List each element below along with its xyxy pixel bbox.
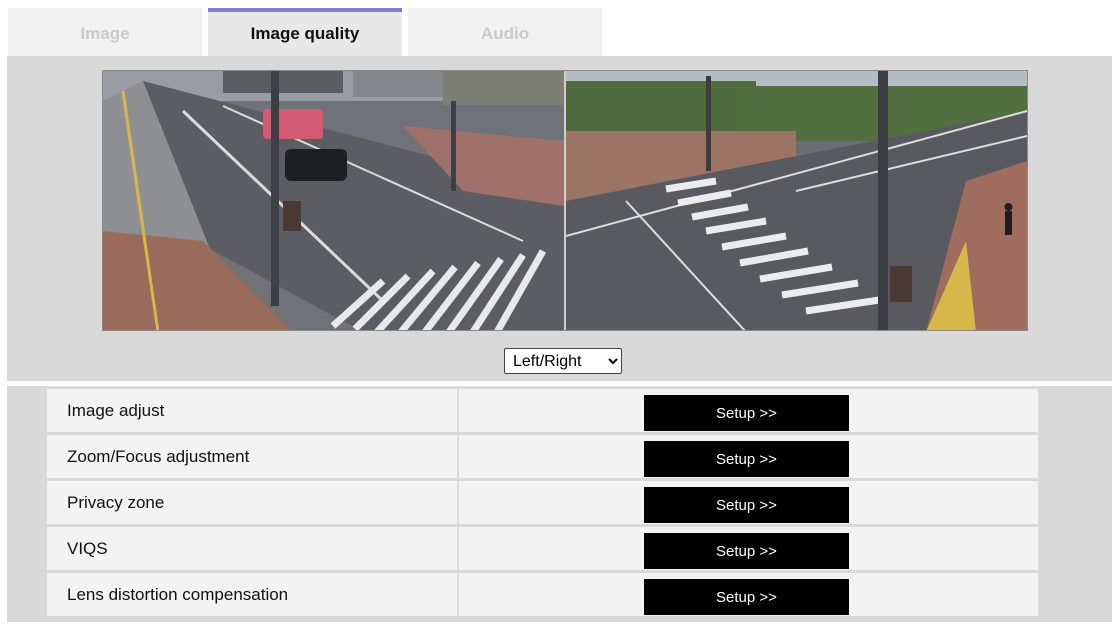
preview-panel: Left/Right xyxy=(7,56,1112,381)
tab-image-quality[interactable]: Image quality xyxy=(208,8,402,56)
lens-distortion-setup-button[interactable]: Setup >> xyxy=(644,579,849,615)
zoom-focus-setup-button[interactable]: Setup >> xyxy=(644,441,849,477)
lens-distortion-label: Lens distortion compensation xyxy=(67,585,289,604)
tab-audio-label: Audio xyxy=(480,24,530,43)
zoom-focus-label: Zoom/Focus adjustment xyxy=(67,447,250,466)
image-adjust-setup-button[interactable]: Setup >> xyxy=(644,395,849,431)
settings-list: Image adjust Setup >> Zoom/Focus adjustm… xyxy=(7,386,1112,622)
privacy-zone-setup-button[interactable]: Setup >> xyxy=(644,487,849,523)
view-mode-select-wrapper: Left/Right xyxy=(504,348,622,374)
tab-image[interactable]: Image xyxy=(8,8,202,56)
tab-audio[interactable]: Audio xyxy=(408,8,602,56)
row-divider xyxy=(457,435,459,478)
settings-row-privacy-zone: Privacy zone Setup >> xyxy=(47,481,1038,524)
privacy-zone-label: Privacy zone xyxy=(67,493,165,512)
row-divider xyxy=(457,389,459,432)
camera-view-left xyxy=(103,71,564,330)
settings-row-image-adjust: Image adjust Setup >> xyxy=(47,389,1038,432)
row-divider xyxy=(457,527,459,570)
tab-image-label: Image xyxy=(80,24,130,43)
tab-bar: Image Image quality Audio xyxy=(8,8,608,56)
viqs-label: VIQS xyxy=(67,539,108,558)
view-mode-select[interactable]: Left/Right xyxy=(504,348,622,374)
settings-row-lens-distortion: Lens distortion compensation Setup >> xyxy=(47,573,1038,616)
camera-view-right xyxy=(566,71,1027,330)
camera-preview-image xyxy=(102,70,1028,331)
settings-row-zoom-focus: Zoom/Focus adjustment Setup >> xyxy=(47,435,1038,478)
image-adjust-label: Image adjust xyxy=(67,401,165,420)
tab-image-quality-label: Image quality xyxy=(250,24,360,43)
settings-row-viqs: VIQS Setup >> xyxy=(47,527,1038,570)
row-divider xyxy=(457,481,459,524)
viqs-setup-button[interactable]: Setup >> xyxy=(644,533,849,569)
row-divider xyxy=(457,573,459,616)
